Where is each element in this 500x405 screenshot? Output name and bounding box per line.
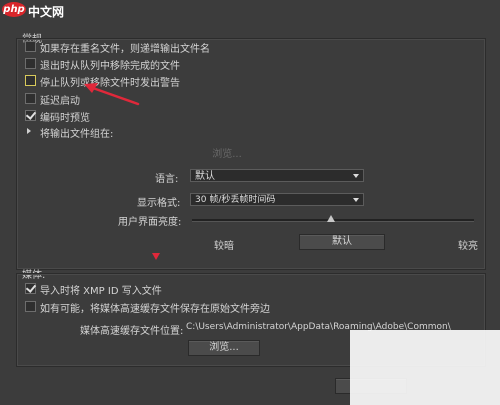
cache-beside-original-label: 如有可能，将媒体高速缓存文件保存在原始文件旁边 [40, 304, 270, 315]
language-label: 语言: [155, 174, 179, 185]
chevron-down-icon [353, 174, 359, 178]
display-format-label: 显示格式: [137, 198, 181, 209]
chevron-down-icon [353, 198, 359, 202]
watermark-overlay [350, 330, 500, 405]
preview-while-encoding-label: 编码时预览 [40, 113, 90, 124]
annotation-arrow-icon [84, 83, 140, 106]
logo-php: php [2, 2, 26, 17]
brightness-label: 用户界面亮度: [118, 217, 182, 228]
delay-start-label: 延迟启动 [40, 96, 80, 107]
language-dropdown[interactable]: 默认 [190, 169, 364, 182]
write-xmp-label: 导入时将 XMP ID 写入文件 [40, 286, 162, 297]
increment-filename-label: 如果存在重名文件，则递增输出文件名 [40, 44, 210, 55]
display-format-dropdown[interactable]: 30 帧/秒丢帧时间码 [190, 193, 364, 206]
cache-beside-original-checkbox[interactable] [25, 301, 36, 312]
site-logo: php 中文网 [0, 0, 64, 22]
general-section-frame [16, 38, 486, 270]
brightness-default-button[interactable]: 默认 [299, 234, 385, 250]
logo-site-name: 中文网 [28, 5, 65, 19]
remove-completed-checkbox[interactable] [25, 58, 36, 69]
brightness-bright-label: 较亮 [458, 241, 478, 252]
output-browse-button: 浏览... [212, 149, 242, 160]
warn-on-stop-checkbox[interactable] [25, 75, 36, 86]
preview-while-encoding-checkbox[interactable] [25, 110, 36, 121]
remove-completed-label: 退出时从队列中移除完成的文件 [40, 61, 180, 72]
display-format-value: 30 帧/秒丢帧时间码 [195, 195, 276, 205]
brightness-slider-thumb[interactable] [327, 215, 335, 222]
write-xmp-checkbox[interactable] [25, 283, 36, 294]
preferences-dialog: php 中文网 常规 如果存在重名文件，则递增输出文件名 退出时从队列中移除完成… [0, 0, 500, 405]
language-value: 默认 [195, 171, 215, 182]
brightness-dark-label: 较暗 [214, 241, 234, 252]
cache-location-label: 媒体高速缓存文件位置: [80, 326, 184, 337]
delay-start-checkbox[interactable] [25, 93, 36, 104]
increment-filename-checkbox[interactable] [25, 41, 36, 52]
annotation-marker-icon [152, 253, 160, 260]
output-group-label[interactable]: 将输出文件组在: [40, 125, 113, 140]
expand-triangle-icon[interactable] [27, 128, 31, 134]
cache-browse-button[interactable]: 浏览... [188, 340, 260, 356]
